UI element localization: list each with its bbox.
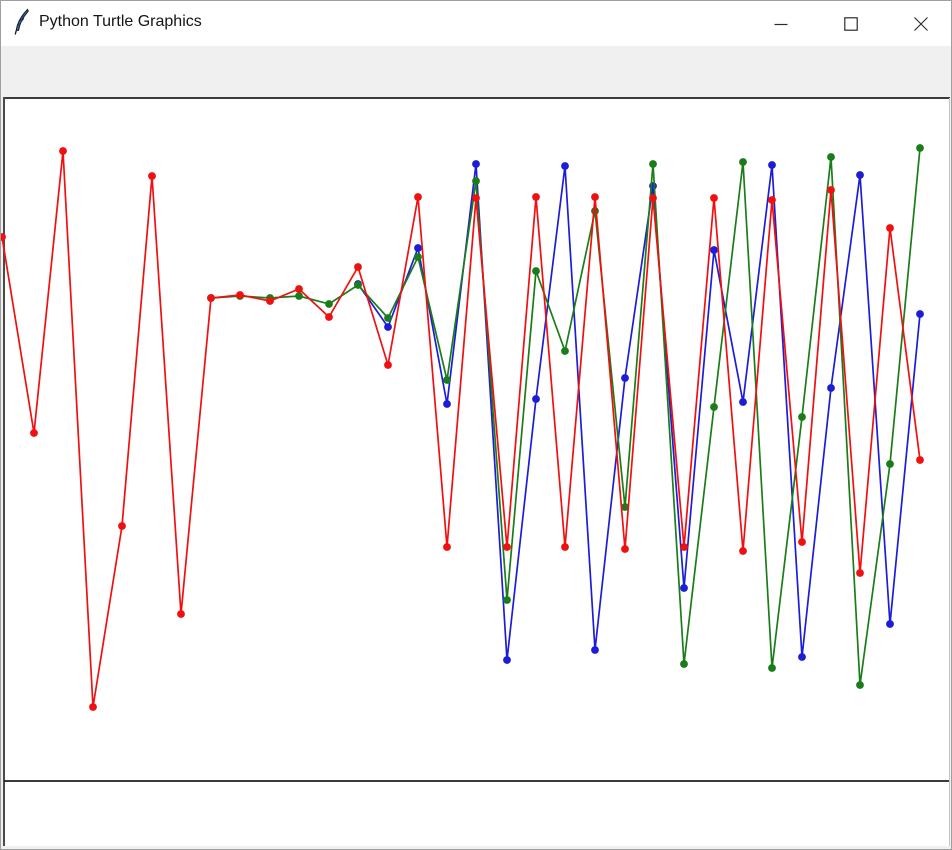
- green-data-point: [384, 314, 392, 322]
- blue-data-point: [414, 244, 422, 252]
- maximize-icon: [843, 16, 859, 32]
- red-data-point: [177, 610, 185, 618]
- blue-data-point: [886, 620, 894, 628]
- blue-data-point: [739, 398, 747, 406]
- red-series-line: [2, 151, 920, 707]
- tk-feather-icon: [13, 8, 31, 36]
- green-data-point: [591, 207, 599, 215]
- red-data-point: [236, 291, 244, 299]
- green-series: [207, 144, 924, 689]
- red-data-point: [295, 285, 303, 293]
- red-data-point: [827, 186, 835, 194]
- red-data-point: [649, 194, 657, 202]
- minimize-button[interactable]: [751, 1, 811, 46]
- blue-data-point: [710, 246, 718, 254]
- minimize-icon: [773, 16, 789, 32]
- green-data-point: [295, 292, 303, 300]
- red-data-point: [856, 569, 864, 577]
- blue-data-point: [798, 653, 806, 661]
- red-data-point: [1, 233, 6, 241]
- green-data-point: [325, 300, 333, 308]
- red-data-point: [798, 538, 806, 546]
- red-data-point: [89, 703, 97, 711]
- green-data-point: [739, 158, 747, 166]
- blue-data-point: [916, 310, 924, 318]
- red-data-point: [710, 194, 718, 202]
- red-data-point: [118, 522, 126, 530]
- red-data-point: [443, 543, 451, 551]
- red-data-point: [768, 196, 776, 204]
- green-data-point: [680, 660, 688, 668]
- close-icon: [913, 16, 929, 32]
- blue-data-point: [680, 584, 688, 592]
- red-data-point: [414, 193, 422, 201]
- green-data-point: [886, 460, 894, 468]
- blue-data-point: [472, 160, 480, 168]
- red-data-point: [621, 545, 629, 553]
- green-data-point: [856, 681, 864, 689]
- red-data-point: [916, 456, 924, 464]
- red-data-point: [59, 147, 67, 155]
- green-series-line: [211, 148, 920, 685]
- green-data-point: [710, 403, 718, 411]
- blue-data-point: [591, 646, 599, 654]
- red-data-point: [207, 294, 215, 302]
- red-data-point: [325, 313, 333, 321]
- red-series: [1, 147, 924, 711]
- green-data-point: [354, 281, 362, 289]
- red-data-point: [739, 547, 747, 555]
- green-data-point: [532, 267, 540, 275]
- turtle-graphics-window: Python Turtle Graphics: [0, 0, 952, 850]
- red-data-point: [148, 172, 156, 180]
- red-data-point: [472, 194, 480, 202]
- red-data-point: [886, 224, 894, 232]
- red-data-point: [354, 263, 362, 271]
- blue-data-point: [768, 161, 776, 169]
- green-data-point: [916, 144, 924, 152]
- green-data-point: [472, 177, 480, 185]
- red-data-point: [532, 193, 540, 201]
- maximize-button[interactable]: [821, 1, 881, 46]
- green-data-point: [561, 347, 569, 355]
- blue-series: [354, 160, 924, 664]
- title-bar[interactable]: Python Turtle Graphics: [1, 1, 951, 46]
- red-data-point: [680, 543, 688, 551]
- close-button[interactable]: [891, 1, 951, 46]
- blue-data-point: [561, 162, 569, 170]
- green-data-point: [414, 253, 422, 261]
- green-data-point: [768, 664, 776, 672]
- red-data-point: [384, 361, 392, 369]
- green-data-point: [827, 153, 835, 161]
- red-data-point: [591, 193, 599, 201]
- green-data-point: [503, 596, 511, 604]
- red-data-point: [561, 543, 569, 551]
- blue-data-point: [443, 400, 451, 408]
- chaos-plot: [1, 52, 952, 846]
- blue-data-point: [503, 656, 511, 664]
- green-data-point: [798, 413, 806, 421]
- blue-data-point: [532, 395, 540, 403]
- green-data-point: [649, 160, 657, 168]
- red-data-point: [503, 543, 511, 551]
- blue-data-point: [384, 323, 392, 331]
- blue-data-point: [856, 171, 864, 179]
- green-data-point: [443, 376, 451, 384]
- blue-data-point: [827, 384, 835, 392]
- window-title: Python Turtle Graphics: [39, 1, 202, 46]
- window-bottom-edge: [1, 846, 952, 850]
- red-data-point: [266, 297, 274, 305]
- red-data-point: [30, 429, 38, 437]
- blue-data-point: [621, 374, 629, 382]
